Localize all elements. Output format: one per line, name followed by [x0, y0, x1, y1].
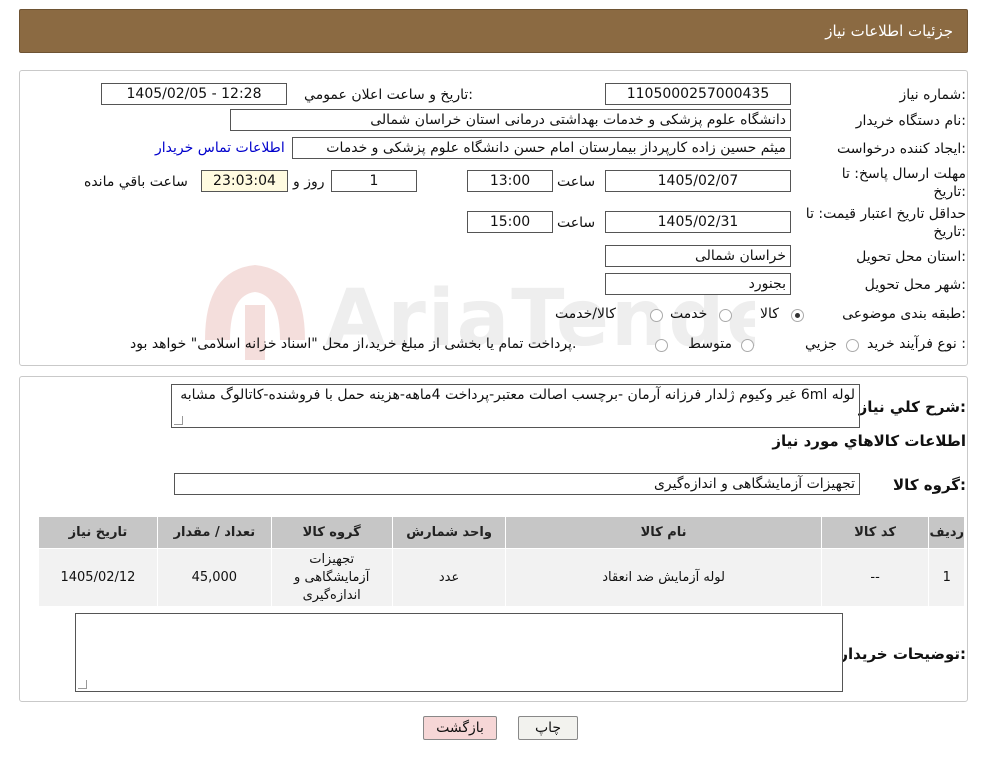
buyer-org-field: دانشگاه علوم پزشکی و خدمات بهداشتی درمان… — [230, 109, 791, 131]
city-field: بجنورد — [605, 273, 791, 295]
process-note: پرداخت تمام يا بخشی از مبلغ خريد،از محل … — [130, 336, 577, 352]
city-label: شهر محل تحويل: — [864, 277, 966, 293]
category-radio-service[interactable] — [719, 309, 732, 322]
page-header: جزئیات اطلاعات نیاز — [19, 9, 968, 53]
col-date-header: تاريخ نياز — [38, 516, 158, 549]
buyer-notes-textarea[interactable] — [75, 613, 843, 692]
col-group-header: گروه کالا — [270, 516, 393, 549]
resize-handle-icon[interactable] — [78, 680, 87, 689]
buyer-org-label: نام دستگاه خريدار: — [855, 113, 966, 129]
buyer-contact-link[interactable]: اطلاعات تماس خريدار — [155, 140, 285, 156]
days-label: روز و — [293, 174, 325, 190]
buyer-notes-label: توضيحات خريدار: — [839, 645, 966, 663]
remaining-label: ساعت باقي مانده — [84, 174, 188, 190]
need-number-label: شماره نیاز: — [899, 87, 966, 103]
province-field: خراسان شمالی — [605, 245, 791, 267]
description-label: شرح کلي نياز: — [858, 398, 966, 416]
col-unit-header: واحد شمارش — [391, 516, 507, 549]
cell-code: -- — [820, 548, 930, 607]
category-radio-both[interactable] — [650, 309, 663, 322]
announce-label: تاریخ و ساعت اعلان عمومي: — [304, 87, 473, 103]
category-option-goods: کالا — [760, 306, 779, 322]
category-radio-goods[interactable] — [791, 309, 804, 322]
validity-time-label: ساعت — [557, 215, 596, 231]
category-option-service: خدمت — [670, 306, 708, 322]
category-label: طبقه بندی موضوعی: — [842, 306, 966, 322]
deadline-label-2: تاريخ: — [933, 184, 966, 200]
back-button[interactable]: بازگشت — [423, 716, 497, 740]
goods-info-title: اطلاعات کالاهاي مورد نياز — [772, 432, 966, 450]
creator-field: میثم حسین زاده کارپرداز بیمارستان امام ح… — [292, 137, 791, 159]
province-label: استان محل تحويل: — [856, 249, 966, 265]
deadline-time-field: 13:00 — [467, 170, 553, 192]
validity-time-field: 15:00 — [467, 211, 553, 233]
cell-group: تجهیزات آزمایشگاهی و اندازه‌گیری — [270, 548, 393, 607]
remaining-time-field: 23:03:04 — [201, 170, 288, 192]
process-option-medium: متوسط — [688, 336, 732, 352]
cell-row: 1 — [928, 548, 965, 607]
process-option-minor: جزيي — [805, 336, 837, 352]
resize-handle-icon[interactable] — [174, 416, 183, 425]
col-row-header: رديف — [928, 516, 965, 549]
cell-name: لوله آزمایش ضد انعقاد — [505, 548, 822, 607]
process-radio-medium[interactable] — [741, 339, 754, 352]
table-row: 1 -- لوله آزمایش ضد انعقاد عدد تجهیزات آ… — [38, 548, 965, 607]
process-radio-minor[interactable] — [846, 339, 859, 352]
announce-field: 1405/02/05 - 12:28 — [101, 83, 287, 105]
validity-label-2: تاريخ: — [933, 224, 966, 240]
deadline-date-field: 1405/02/07 — [605, 170, 791, 192]
process-radio-treasury[interactable] — [655, 339, 668, 352]
deadline-label: مهلت ارسال پاسخ: تا — [841, 166, 966, 182]
items-table: رديف کد کالا نام کالا واحد شمارش گروه کا… — [38, 516, 965, 607]
validity-date-field: 1405/02/31 — [605, 211, 791, 233]
col-qty-header: تعداد / مقدار — [156, 516, 272, 549]
need-number-field: 1105000257000435 — [605, 83, 791, 105]
remaining-days-field: 1 — [331, 170, 417, 192]
goods-group-field: تجهیزات آزمایشگاهی و اندازه‌گیری — [174, 473, 860, 495]
print-button[interactable]: چاپ — [518, 716, 578, 740]
deadline-time-label: ساعت — [557, 174, 596, 190]
page-title: جزئیات اطلاعات نیاز — [825, 22, 953, 40]
cell-unit: عدد — [391, 548, 507, 607]
goods-group-label: گروه کالا: — [893, 476, 966, 494]
description-textarea[interactable]: لوله 6ml غیر وکیوم ژلدار فرزانه آرمان -ب… — [171, 384, 860, 428]
description-text: لوله 6ml غیر وکیوم ژلدار فرزانه آرمان -ب… — [180, 387, 855, 403]
creator-label: ايجاد کننده درخواست: — [837, 141, 966, 157]
cell-qty: 45,000 — [156, 548, 272, 607]
category-option-both: کالا/خدمت — [555, 306, 616, 322]
table-header-row: رديف کد کالا نام کالا واحد شمارش گروه کا… — [38, 516, 965, 549]
process-label: نوع فرآيند خريد : — [867, 336, 966, 352]
cell-date: 1405/02/12 — [38, 548, 158, 607]
validity-label: حداقل تاريخ اعتبار قيمت: تا — [805, 206, 966, 222]
col-name-header: نام کالا — [505, 516, 822, 549]
col-code-header: کد کالا — [820, 516, 930, 549]
